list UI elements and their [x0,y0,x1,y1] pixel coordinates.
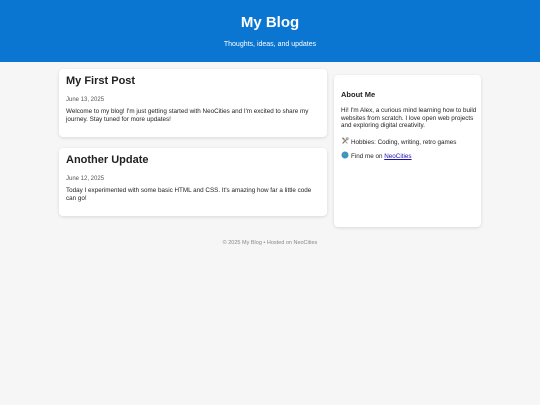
post-date: June 13, 2025 [66,97,105,103]
post-body: Welcome to my blog! I'm just getting sta… [66,108,309,123]
find-me-line: Find me on NeoCities [341,151,412,161]
post-card: Another Update June 12, 2025 Today I exp… [59,148,327,216]
site-tagline: Thoughts, ideas, and updates [223,41,317,48]
about-me-card: About Me Hi! I'm Alex, a curious mind le… [334,75,481,227]
hammer-and-wrench-icon [342,137,349,144]
site-header: My Blog Thoughts, ideas, and updates [0,0,540,62]
post-title: Another Update [66,154,149,166]
find-me-prefix: Find me on [351,153,385,160]
hobbies-line: Hobbies: Coding, writing, retro games [341,137,456,147]
about-heading: About Me [341,90,376,99]
post-body: Today I experimented with some basic HTM… [66,187,312,202]
site-footer: © 2025 My Blog • Hosted on NeoCities [222,240,318,246]
globe-icon [341,151,349,159]
post-title: My First Post [66,75,136,87]
post-date: June 12, 2025 [66,176,105,182]
post-card: My First Post June 13, 2025 Welcome to m… [59,69,327,137]
hobbies-text: Hobbies: Coding, writing, retro games [351,139,457,146]
neocities-link[interactable]: NeoCities [384,153,411,160]
about-intro: Hi! I'm Alex, a curious mind learning ho… [341,107,477,130]
site-title: My Blog [240,14,300,31]
